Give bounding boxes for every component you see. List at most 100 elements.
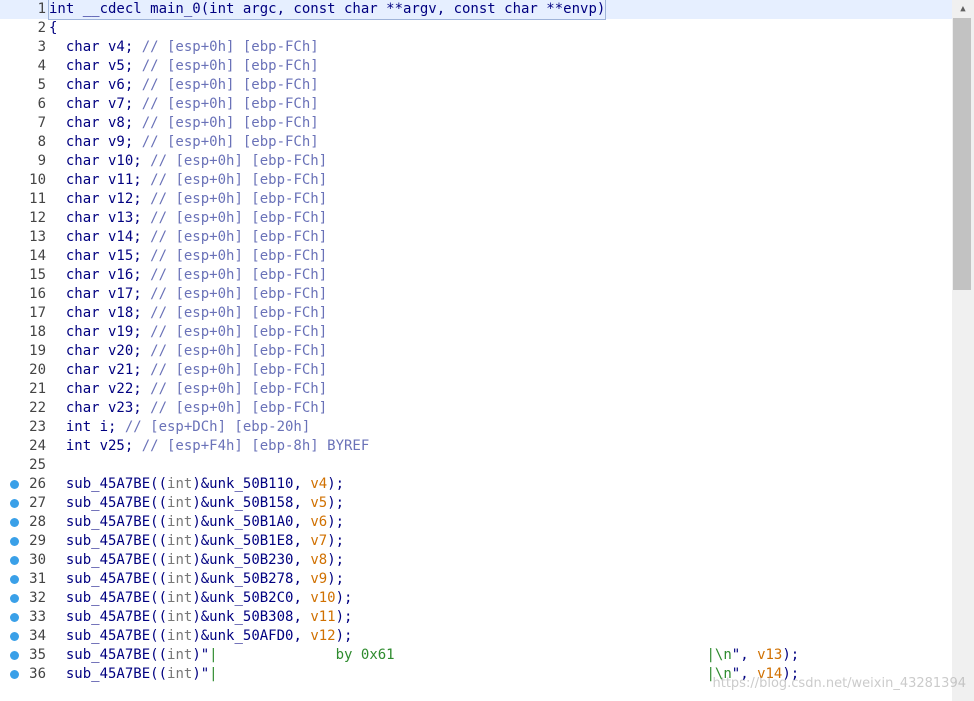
line-gutter[interactable]: 20 — [0, 361, 48, 380]
code-text[interactable]: char v11; // [esp+0h] [ebp-FCh] — [49, 171, 327, 190]
line-gutter[interactable]: 18 — [0, 323, 48, 342]
breakpoint-dot-icon[interactable] — [10, 594, 19, 603]
breakpoint-dot-icon[interactable] — [10, 613, 19, 622]
code-text[interactable]: char v5; // [esp+0h] [ebp-FCh] — [49, 57, 319, 76]
vertical-scrollbar[interactable]: ▲ — [952, 0, 974, 701]
code-text[interactable]: char v17; // [esp+0h] [ebp-FCh] — [49, 285, 327, 304]
code-line[interactable]: 1 int __cdecl main_0(int argc, const char… — [0, 0, 952, 20]
line-gutter[interactable]: 11 — [0, 190, 48, 209]
code-text[interactable]: char v20; // [esp+0h] [ebp-FCh] — [49, 342, 327, 361]
code-line[interactable]: 3 char v4; // [esp+0h] [ebp-FCh] — [0, 38, 952, 57]
line-gutter[interactable]: 6 — [0, 95, 48, 114]
code-line[interactable]: 27 sub_45A7BE((int)&unk_50B158, v5); — [0, 494, 952, 513]
code-line[interactable]: 32 sub_45A7BE((int)&unk_50B2C0, v10); — [0, 589, 952, 608]
code-text[interactable]: sub_45A7BE((int)&unk_50B2C0, v10); — [49, 589, 353, 608]
code-line[interactable]: 15 char v16; // [esp+0h] [ebp-FCh] — [0, 266, 952, 285]
scroll-thumb[interactable] — [953, 18, 971, 290]
line-gutter[interactable]: 12 — [0, 209, 48, 228]
line-gutter[interactable]: 13 — [0, 228, 48, 247]
code-text[interactable]: char v23; // [esp+0h] [ebp-FCh] — [49, 399, 327, 418]
code-line[interactable]: 21 char v22; // [esp+0h] [ebp-FCh] — [0, 380, 952, 399]
line-gutter[interactable]: 1 — [0, 0, 48, 19]
code-line[interactable]: 9 char v10; // [esp+0h] [ebp-FCh] — [0, 152, 952, 171]
code-text[interactable]: sub_45A7BE((int)&unk_50B308, v11); — [49, 608, 353, 627]
code-line[interactable]: 19 char v20; // [esp+0h] [ebp-FCh] — [0, 342, 952, 361]
line-gutter[interactable]: 28 — [0, 513, 48, 532]
breakpoint-dot-icon[interactable] — [10, 670, 19, 679]
line-gutter[interactable]: 35 — [0, 646, 48, 665]
code-line[interactable]: 31 sub_45A7BE((int)&unk_50B278, v9); — [0, 570, 952, 589]
line-gutter[interactable]: 26 — [0, 475, 48, 494]
breakpoint-dot-icon[interactable] — [10, 480, 19, 489]
code-text[interactable]: sub_45A7BE((int)&unk_50B110, v4); — [49, 475, 344, 494]
code-text[interactable]: sub_45A7BE((int)&unk_50B278, v9); — [49, 570, 344, 589]
breakpoint-dot-icon[interactable] — [10, 499, 19, 508]
code-text[interactable]: char v19; // [esp+0h] [ebp-FCh] — [49, 323, 327, 342]
code-line[interactable]: 12 char v13; // [esp+0h] [ebp-FCh] — [0, 209, 952, 228]
code-line[interactable]: 34 sub_45A7BE((int)&unk_50AFD0, v12); — [0, 627, 952, 646]
line-gutter[interactable]: 22 — [0, 399, 48, 418]
code-text[interactable]: char v9; // [esp+0h] [ebp-FCh] — [49, 133, 319, 152]
line-gutter[interactable]: 16 — [0, 285, 48, 304]
code-line[interactable]: 22 char v23; // [esp+0h] [ebp-FCh] — [0, 399, 952, 418]
code-text[interactable]: sub_45A7BE((int)"| by 0x61 |\n", v13); — [49, 646, 799, 665]
line-gutter[interactable]: 29 — [0, 532, 48, 551]
code-line[interactable]: 10 char v11; // [esp+0h] [ebp-FCh] — [0, 171, 952, 190]
breakpoint-dot-icon[interactable] — [10, 518, 19, 527]
code-line[interactable]: 30 sub_45A7BE((int)&unk_50B230, v8); — [0, 551, 952, 570]
code-line[interactable]: 6 char v7; // [esp+0h] [ebp-FCh] — [0, 95, 952, 114]
code-text[interactable]: char v10; // [esp+0h] [ebp-FCh] — [49, 152, 327, 171]
code-line[interactable]: 8 char v9; // [esp+0h] [ebp-FCh] — [0, 133, 952, 152]
code-line[interactable]: 35 sub_45A7BE((int)"| by 0x61 |\n", v13)… — [0, 646, 952, 665]
code-text[interactable]: sub_45A7BE((int)&unk_50AFD0, v12); — [49, 627, 353, 646]
line-gutter[interactable]: 7 — [0, 114, 48, 133]
line-gutter[interactable]: 9 — [0, 152, 48, 171]
code-line[interactable]: 14 char v15; // [esp+0h] [ebp-FCh] — [0, 247, 952, 266]
breakpoint-dot-icon[interactable] — [10, 632, 19, 641]
code-text[interactable]: char v14; // [esp+0h] [ebp-FCh] — [49, 228, 327, 247]
code-text[interactable]: char v4; // [esp+0h] [ebp-FCh] — [49, 38, 319, 57]
line-gutter[interactable]: 17 — [0, 304, 48, 323]
code-text[interactable]: char v13; // [esp+0h] [ebp-FCh] — [49, 209, 327, 228]
breakpoint-dot-icon[interactable] — [10, 556, 19, 565]
code-line[interactable]: 18 char v19; // [esp+0h] [ebp-FCh] — [0, 323, 952, 342]
line-gutter[interactable]: 23 — [0, 418, 48, 437]
code-line[interactable]: 5 char v6; // [esp+0h] [ebp-FCh] — [0, 76, 952, 95]
code-line[interactable]: 26 sub_45A7BE((int)&unk_50B110, v4); — [0, 475, 952, 494]
line-gutter[interactable]: 5 — [0, 76, 48, 95]
code-line[interactable]: 17 char v18; // [esp+0h] [ebp-FCh] — [0, 304, 952, 323]
line-gutter[interactable]: 2 — [0, 19, 48, 38]
line-gutter[interactable]: 21 — [0, 380, 48, 399]
code-line[interactable]: 13 char v14; // [esp+0h] [ebp-FCh] — [0, 228, 952, 247]
code-line[interactable]: 28 sub_45A7BE((int)&unk_50B1A0, v6); — [0, 513, 952, 532]
code-line[interactable]: 20 char v21; // [esp+0h] [ebp-FCh] — [0, 361, 952, 380]
code-text[interactable]: char v16; // [esp+0h] [ebp-FCh] — [49, 266, 327, 285]
code-line[interactable]: 2{ — [0, 19, 952, 38]
code-text[interactable]: char v6; // [esp+0h] [ebp-FCh] — [49, 76, 319, 95]
line-gutter[interactable]: 27 — [0, 494, 48, 513]
line-gutter[interactable]: 4 — [0, 57, 48, 76]
code-text[interactable]: sub_45A7BE((int)&unk_50B1E8, v7); — [49, 532, 344, 551]
line-gutter[interactable]: 36 — [0, 665, 48, 684]
code-line[interactable]: 7 char v8; // [esp+0h] [ebp-FCh] — [0, 114, 952, 133]
line-gutter[interactable]: 31 — [0, 570, 48, 589]
code-text[interactable]: int i; // [esp+DCh] [ebp-20h] — [49, 418, 310, 437]
line-gutter[interactable]: 25 — [0, 456, 48, 475]
code-text[interactable]: char v22; // [esp+0h] [ebp-FCh] — [49, 380, 327, 399]
code-line[interactable]: 23 int i; // [esp+DCh] [ebp-20h] — [0, 418, 952, 437]
line-gutter[interactable]: 34 — [0, 627, 48, 646]
line-gutter[interactable]: 32 — [0, 589, 48, 608]
code-line[interactable]: 33 sub_45A7BE((int)&unk_50B308, v11); — [0, 608, 952, 627]
code-text[interactable]: int v25; // [esp+F4h] [ebp-8h] BYREF — [49, 437, 369, 456]
code-text[interactable]: { — [49, 19, 57, 38]
code-text[interactable]: sub_45A7BE((int)"| |\n", v14); — [49, 665, 799, 684]
line-gutter[interactable]: 14 — [0, 247, 48, 266]
breakpoint-dot-icon[interactable] — [10, 651, 19, 660]
breakpoint-dot-icon[interactable] — [10, 537, 19, 546]
pseudocode-editor[interactable]: 1 int __cdecl main_0(int argc, const char… — [0, 0, 952, 701]
code-text[interactable]: sub_45A7BE((int)&unk_50B230, v8); — [49, 551, 344, 570]
code-text[interactable]: char v7; // [esp+0h] [ebp-FCh] — [49, 95, 319, 114]
code-line[interactable]: 29 sub_45A7BE((int)&unk_50B1E8, v7); — [0, 532, 952, 551]
breakpoint-dot-icon[interactable] — [10, 575, 19, 584]
code-text[interactable]: sub_45A7BE((int)&unk_50B158, v5); — [49, 494, 344, 513]
